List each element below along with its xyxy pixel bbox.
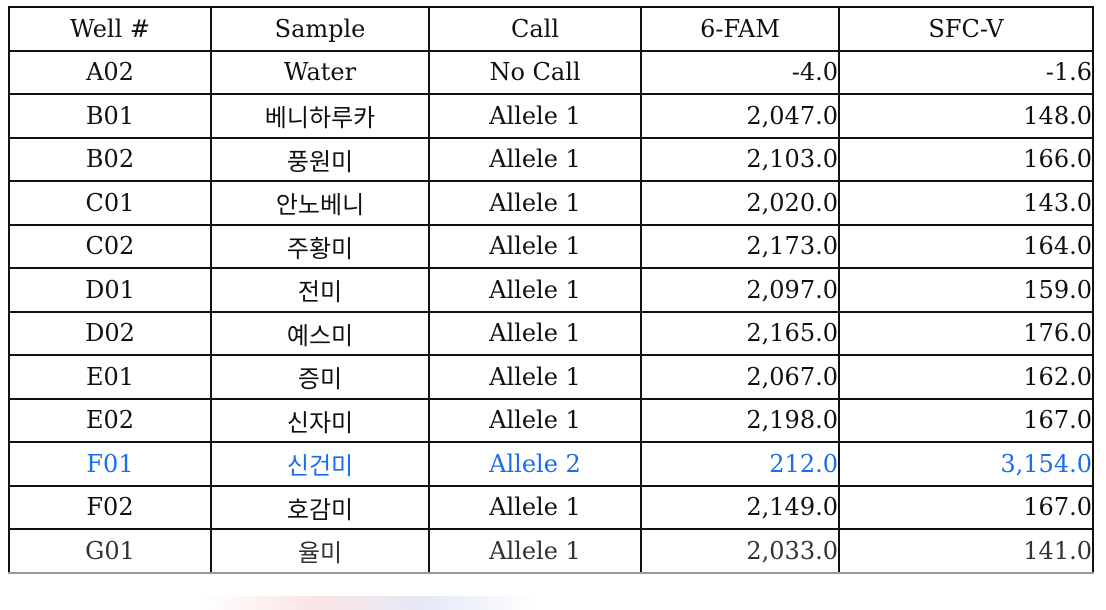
well-cell: D01 xyxy=(8,267,212,313)
sfcv-cell: 167.0 xyxy=(838,397,1094,443)
call-cell: Allele 1 xyxy=(428,528,642,574)
well-cell: C01 xyxy=(8,180,212,226)
sfcv-cell: -1.6 xyxy=(838,49,1094,95)
sample-cell: 예스미 xyxy=(210,310,430,356)
sfcv-cell: 167.0 xyxy=(838,484,1094,530)
sample-cell: 안노베니 xyxy=(210,180,430,226)
well-cell: D02 xyxy=(8,310,212,356)
sfcv-cell: 3,154.0 xyxy=(838,441,1094,487)
fam-cell: 2,149.0 xyxy=(640,484,840,530)
fam-cell: 2,173.0 xyxy=(640,223,840,269)
well-cell: F01 xyxy=(8,441,212,487)
sfcv-cell: 141.0 xyxy=(838,528,1094,574)
fam-cell: 2,033.0 xyxy=(640,528,840,574)
table-row: C01 안노베니 Allele 1 2,020.0 143.0 xyxy=(8,180,1094,226)
table-row: A02 Water No Call -4.0 -1.6 xyxy=(8,49,1094,95)
header-6fam: 6-FAM xyxy=(640,6,840,52)
table-row: E01 증미 Allele 1 2,067.0 162.0 xyxy=(8,354,1094,400)
call-cell: Allele 1 xyxy=(428,93,642,139)
table-row: F01 신건미 Allele 2 212.0 3,154.0 xyxy=(8,441,1094,487)
well-cell: F02 xyxy=(8,484,212,530)
call-cell: Allele 1 xyxy=(428,223,642,269)
call-cell: Allele 1 xyxy=(428,310,642,356)
table-row: C02 주황미 Allele 1 2,173.0 164.0 xyxy=(8,223,1094,269)
well-cell: E01 xyxy=(8,354,212,400)
call-cell: Allele 1 xyxy=(428,136,642,182)
sfcv-cell: 164.0 xyxy=(838,223,1094,269)
table-row: E02 신자미 Allele 1 2,198.0 167.0 xyxy=(8,397,1094,443)
call-cell: Allele 1 xyxy=(428,267,642,313)
table-row: D02 예스미 Allele 1 2,165.0 176.0 xyxy=(8,310,1094,356)
well-cell: B01 xyxy=(8,93,212,139)
sample-cell: Water xyxy=(210,49,430,95)
header-well: Well # xyxy=(8,6,212,52)
sample-cell: 호감미 xyxy=(210,484,430,530)
sample-cell: 주황미 xyxy=(210,223,430,269)
sfcv-cell: 143.0 xyxy=(838,180,1094,226)
table-row: F02 호감미 Allele 1 2,149.0 167.0 xyxy=(8,484,1094,530)
fam-cell: 2,067.0 xyxy=(640,354,840,400)
fam-cell: 2,047.0 xyxy=(640,93,840,139)
call-cell: Allele 1 xyxy=(428,180,642,226)
table-row: B01 베니하루카 Allele 1 2,047.0 148.0 xyxy=(8,93,1094,139)
sample-cell: 풍원미 xyxy=(210,136,430,182)
fam-cell: 2,020.0 xyxy=(640,180,840,226)
sfcv-cell: 176.0 xyxy=(838,310,1094,356)
genotyping-results-table: Well # Sample Call 6-FAM SFC-V A02 Water N… xyxy=(8,6,1094,574)
well-cell: A02 xyxy=(8,49,212,95)
header-sample: Sample xyxy=(210,6,430,52)
header-call: Call xyxy=(428,6,642,52)
sample-cell: 신자미 xyxy=(210,397,430,443)
table-row: D01 전미 Allele 1 2,097.0 159.0 xyxy=(8,267,1094,313)
well-cell: G01 xyxy=(8,528,212,574)
watermark xyxy=(200,596,760,610)
table-row: G01 율미 Allele 1 2,033.0 141.0 xyxy=(8,528,1094,574)
call-cell: Allele 1 xyxy=(428,397,642,443)
well-cell: E02 xyxy=(8,397,212,443)
fam-cell: 2,103.0 xyxy=(640,136,840,182)
sample-cell: 신건미 xyxy=(210,441,430,487)
sample-cell: 증미 xyxy=(210,354,430,400)
sfcv-cell: 159.0 xyxy=(838,267,1094,313)
sample-cell: 전미 xyxy=(210,267,430,313)
fam-cell: 2,165.0 xyxy=(640,310,840,356)
table-row: B02 풍원미 Allele 1 2,103.0 166.0 xyxy=(8,136,1094,182)
sfcv-cell: 162.0 xyxy=(838,354,1094,400)
well-cell: C02 xyxy=(8,223,212,269)
well-cell: B02 xyxy=(8,136,212,182)
sfcv-cell: 148.0 xyxy=(838,93,1094,139)
call-cell: Allele 2 xyxy=(428,441,642,487)
fam-cell: 212.0 xyxy=(640,441,840,487)
fam-cell: 2,198.0 xyxy=(640,397,840,443)
header-sfcv: SFC-V xyxy=(838,6,1094,52)
sample-cell: 율미 xyxy=(210,528,430,574)
call-cell: Allele 1 xyxy=(428,484,642,530)
call-cell: No Call xyxy=(428,49,642,95)
sfcv-cell: 166.0 xyxy=(838,136,1094,182)
sample-cell: 베니하루카 xyxy=(210,93,430,139)
fam-cell: -4.0 xyxy=(640,49,840,95)
call-cell: Allele 1 xyxy=(428,354,642,400)
header-row: Well # Sample Call 6-FAM SFC-V xyxy=(8,6,1094,52)
fam-cell: 2,097.0 xyxy=(640,267,840,313)
